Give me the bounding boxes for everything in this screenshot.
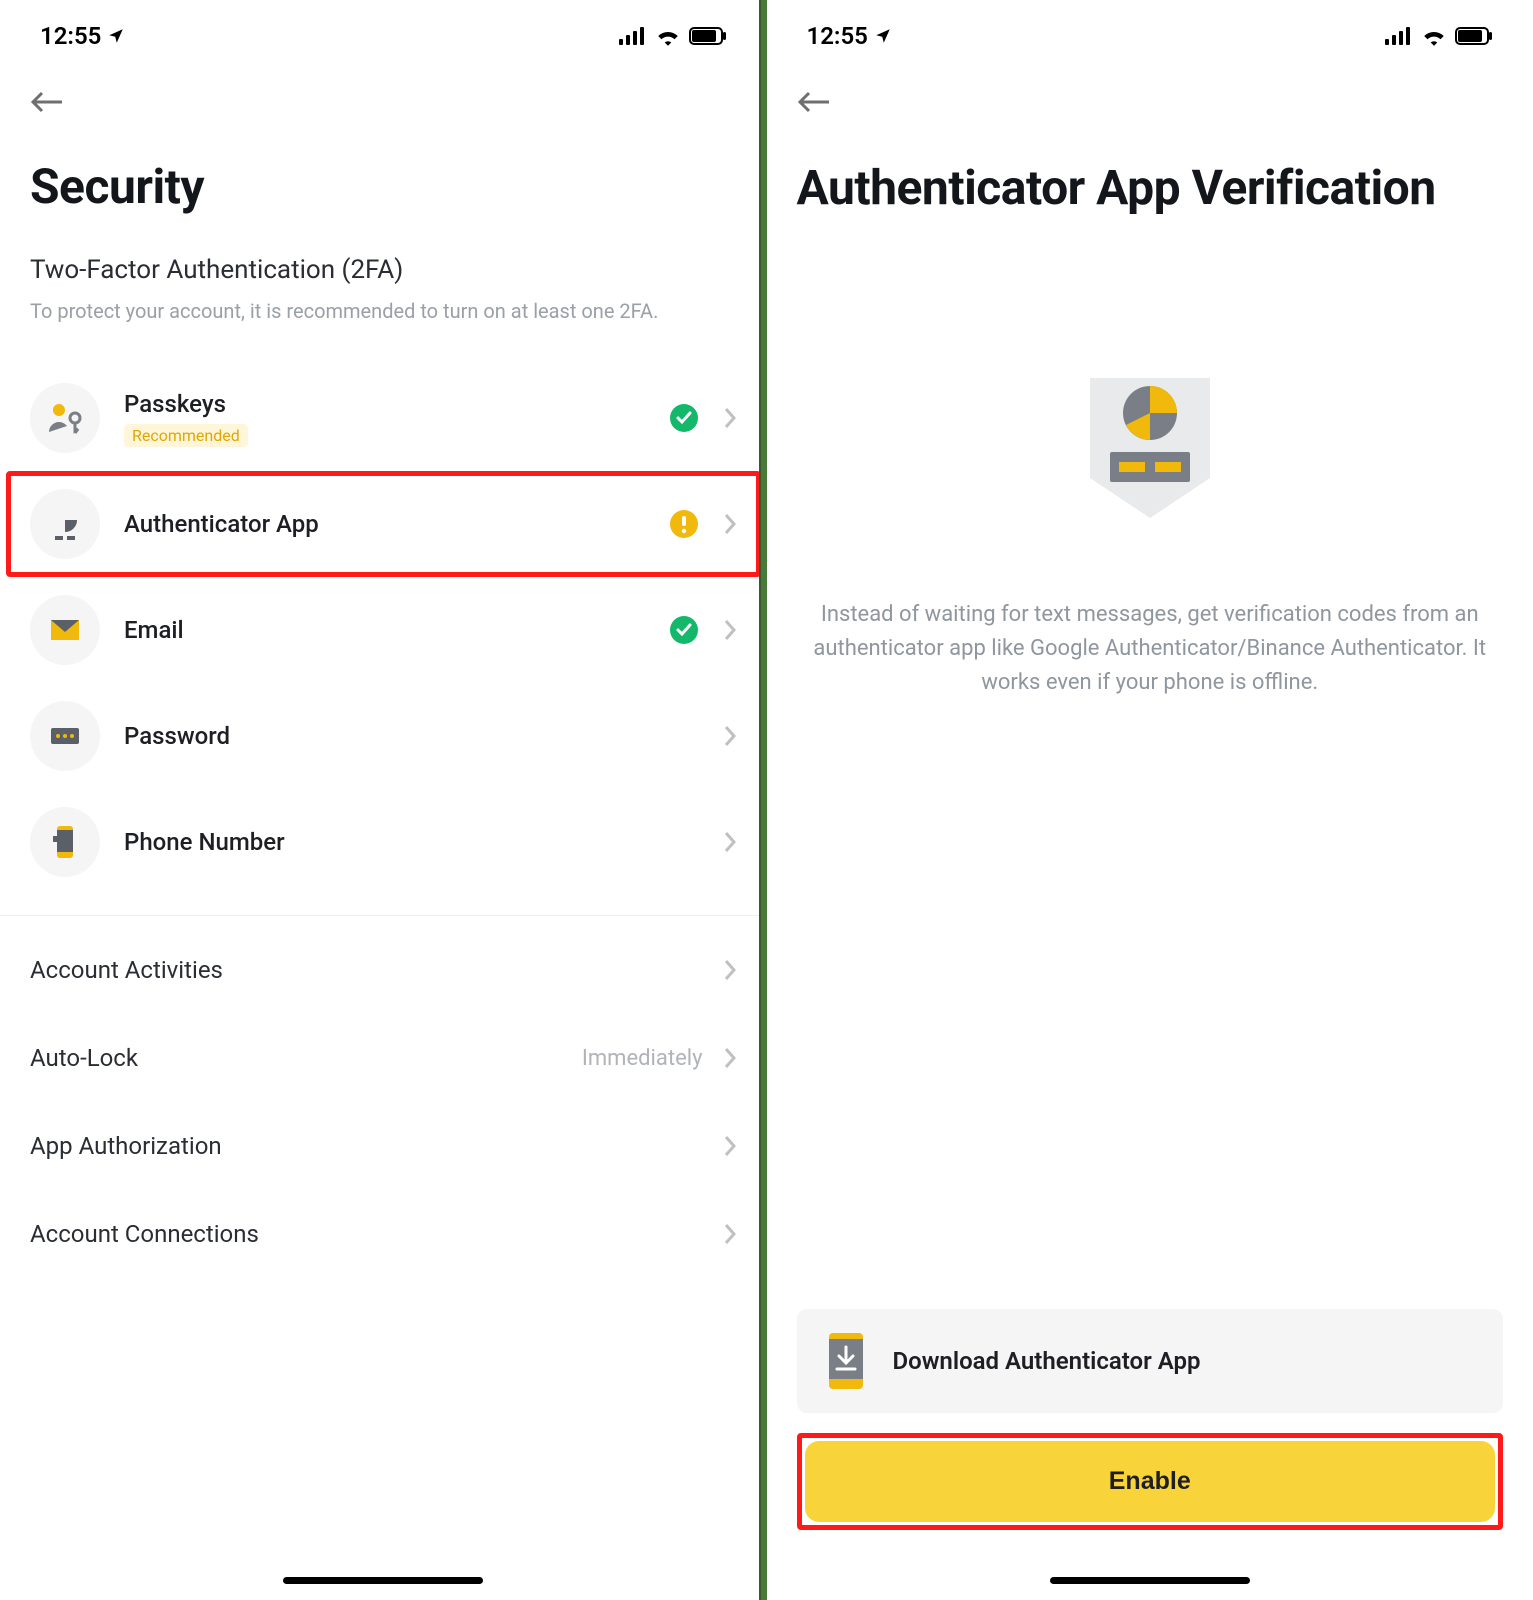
row-value: Immediately: [582, 1046, 703, 1071]
security-screen: 12:55 Security Two-Factor Authentication…: [0, 0, 767, 1600]
row-passkeys[interactable]: Passkeys Recommended: [30, 365, 737, 471]
chevron-right-icon: [723, 619, 737, 641]
location-icon: [107, 27, 125, 45]
row-label: Account Activities: [30, 956, 223, 984]
wifi-icon: [655, 26, 681, 46]
check-icon: [669, 615, 699, 645]
page-title: Security: [30, 158, 737, 215]
email-icon: [30, 595, 100, 665]
phone-icon: [30, 807, 100, 877]
authenticator-illustration: [797, 358, 1504, 548]
chevron-right-icon: [723, 513, 737, 535]
row-label: Phone Number: [124, 828, 699, 856]
status-bar: 12:55: [797, 0, 1504, 60]
page-title: Authenticator App Verification: [797, 158, 1504, 218]
twofa-list: Passkeys Recommended Authenticator App: [30, 365, 737, 895]
row-label: Account Connections: [30, 1220, 259, 1248]
authenticator-verification-screen: 12:55 Authenticator App Verification Ins…: [767, 0, 1533, 1600]
chevron-right-icon: [723, 959, 737, 981]
row-label: Passkeys: [124, 390, 645, 418]
password-icon: [30, 701, 100, 771]
recommended-badge: Recommended: [124, 424, 248, 447]
row-label: Email: [124, 616, 645, 644]
clock-text: 12:55: [40, 22, 101, 50]
row-authenticator-app[interactable]: Authenticator App: [30, 471, 737, 577]
download-label: Download Authenticator App: [893, 1347, 1201, 1375]
chevron-right-icon: [723, 1223, 737, 1245]
enable-button[interactable]: Enable: [805, 1441, 1496, 1522]
cellular-icon: [1385, 27, 1413, 45]
twofa-description: To protect your account, it is recommend…: [30, 297, 737, 325]
row-label: App Authorization: [30, 1132, 222, 1160]
row-app-authorization[interactable]: App Authorization: [30, 1102, 737, 1190]
battery-icon: [1455, 27, 1493, 45]
cellular-icon: [619, 27, 647, 45]
info-text: Instead of waiting for text messages, ge…: [797, 598, 1504, 700]
chevron-right-icon: [723, 1135, 737, 1157]
clock-text: 12:55: [807, 22, 868, 50]
status-bar: 12:55: [30, 0, 737, 60]
back-arrow-icon[interactable]: [30, 90, 64, 114]
row-label: Password: [124, 722, 699, 750]
home-indicator[interactable]: [283, 1577, 483, 1584]
authenticator-icon: [30, 489, 100, 559]
row-password[interactable]: Password: [30, 683, 737, 789]
chevron-right-icon: [723, 831, 737, 853]
passkeys-icon: [30, 383, 100, 453]
wifi-icon: [1421, 26, 1447, 46]
row-phone-number[interactable]: Phone Number: [30, 789, 737, 895]
twofa-heading: Two-Factor Authentication (2FA): [30, 255, 737, 285]
chevron-right-icon: [723, 725, 737, 747]
battery-icon: [689, 27, 727, 45]
chevron-right-icon: [723, 407, 737, 429]
home-indicator[interactable]: [1050, 1577, 1250, 1584]
row-auto-lock[interactable]: Auto-Lock Immediately: [30, 1014, 737, 1102]
row-label: Authenticator App: [124, 510, 645, 538]
account-settings-list: Account Activities Auto-Lock Immediately…: [0, 915, 767, 1278]
warning-icon: [669, 509, 699, 539]
location-icon: [874, 27, 892, 45]
row-account-activities[interactable]: Account Activities: [30, 926, 737, 1014]
download-authenticator-card[interactable]: Download Authenticator App: [797, 1309, 1504, 1413]
download-app-icon: [823, 1331, 869, 1391]
back-arrow-icon[interactable]: [797, 90, 831, 114]
row-email[interactable]: Email: [30, 577, 737, 683]
row-account-connections[interactable]: Account Connections: [30, 1190, 737, 1278]
chevron-right-icon: [723, 1047, 737, 1069]
row-label: Auto-Lock: [30, 1044, 138, 1072]
check-icon: [669, 403, 699, 433]
